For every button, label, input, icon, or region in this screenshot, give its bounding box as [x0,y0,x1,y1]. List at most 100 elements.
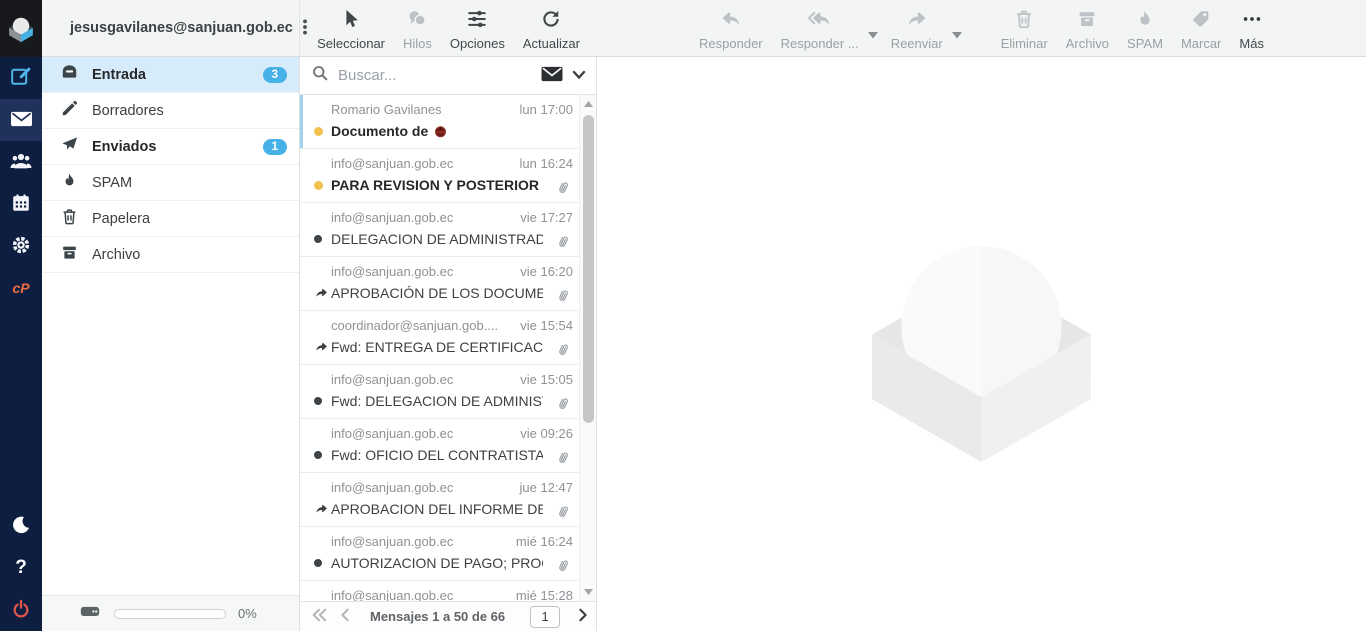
read-dot-icon[interactable] [314,559,331,567]
message-row[interactable]: info@sanjuan.gob.ecjue 12:47 APROBACION … [300,473,579,527]
message-date: lun 17:00 [520,102,574,117]
message-subject: Fwd: OFICIO DEL CONTRATISTA [331,447,543,463]
mail-nav-button[interactable] [0,99,42,141]
message-list: Romario Gavilaneslun 17:00 Documento de [300,95,596,601]
scroll-down-icon[interactable] [580,584,596,600]
folder-item-borradores[interactable]: Borradores [42,93,299,129]
refresh-button[interactable]: Actualizar [514,4,589,53]
page-input[interactable] [530,606,560,628]
read-dot-icon[interactable] [314,235,331,243]
more-button[interactable]: Más [1230,4,1273,53]
app-rail: cP ? [0,0,42,631]
folder-item-archivo[interactable]: Archivo [42,237,299,273]
forwarded-icon[interactable] [314,502,331,516]
options-button[interactable]: Opciones [441,4,514,53]
folder-item-spam[interactable]: SPAM [42,165,299,201]
archive-icon [60,243,79,266]
tag-icon [1190,8,1212,33]
next-page-button[interactable] [577,608,589,625]
message-date: lun 16:24 [520,156,574,171]
scroll-up-icon[interactable] [580,96,596,112]
message-row[interactable]: info@sanjuan.gob.ecvie 09:26 Fwd: OFICIO… [300,419,579,473]
read-dot-icon[interactable] [314,451,331,459]
forwarded-icon[interactable] [314,340,331,354]
reply-all-dropdown-button[interactable] [868,15,882,42]
moon-icon [10,514,32,539]
message-sender: info@sanjuan.gob.ec [331,588,453,601]
message-list-column: Romario Gavilaneslun 17:00 Documento de [300,57,597,631]
message-date: mié 16:24 [516,534,573,549]
mail-icon [10,109,33,132]
message-row[interactable]: info@sanjuan.gob.ecmié 16:24 AUTORIZACIO… [300,527,579,581]
message-row[interactable]: Romario Gavilaneslun 17:00 Documento de [300,95,579,149]
message-sender: coordinador@sanjuan.gob.... [331,318,498,333]
forward-dropdown-button[interactable] [952,15,966,42]
app-logo[interactable] [0,0,42,57]
contacts-nav-button[interactable] [0,141,42,183]
forwarded-icon[interactable] [314,286,331,300]
message-date: jue 12:47 [520,480,574,495]
message-row[interactable]: info@sanjuan.gob.ec mié 15:28 [300,581,579,601]
unread-dot-icon[interactable] [314,181,331,190]
calendar-nav-button[interactable] [0,183,42,225]
compose-button[interactable] [0,57,42,99]
archive-icon [1076,8,1098,33]
scrollbar-thumb[interactable] [583,115,594,423]
trash-icon [60,207,79,230]
mark-button[interactable]: Marcar [1172,4,1230,53]
inbox-icon [60,63,79,86]
message-preview-pane [597,57,1366,631]
select-button[interactable]: Seleccionar [308,4,394,53]
folder-item-entrada[interactable]: Entrada 3 [42,57,299,93]
message-subject: APROBACIÓN DE LOS DOCUMEN... [331,285,543,301]
folder-item-enviados[interactable]: Enviados 1 [42,129,299,165]
settings-nav-button[interactable] [0,225,42,267]
chevron-right-icon [577,608,589,625]
reply-all-button[interactable]: Responder ... [772,4,868,53]
help-button[interactable]: ? [0,547,42,589]
message-sender: info@sanjuan.gob.ec [331,372,453,387]
message-row[interactable]: info@sanjuan.gob.eclun 16:24 PARA REVISI… [300,149,579,203]
message-date: vie 09:26 [520,426,573,441]
reply-icon [719,8,743,33]
search-input[interactable] [338,67,532,84]
paperclip-icon [555,396,571,418]
message-row[interactable]: coordinador@sanjuan.gob....vie 15:54 Fwd… [300,311,579,365]
message-subject: Documento de [331,123,428,139]
logout-button[interactable] [0,589,42,631]
message-date: mié 15:28 [516,588,573,601]
message-row[interactable]: info@sanjuan.gob.ecvie 15:05 Fwd: DELEGA… [300,365,579,419]
paperclip-icon [555,342,571,364]
gear-icon [9,233,33,260]
archive-button[interactable]: Archivo [1057,4,1118,53]
delete-button[interactable]: Eliminar [992,4,1057,53]
message-row[interactable]: info@sanjuan.gob.ecvie 17:27 DELEGACION … [300,203,579,257]
scrollbar[interactable] [579,95,596,601]
folder-item-papelera[interactable]: Papelera [42,201,299,237]
pagination-bar: Mensajes 1 a 50 de 66 [300,601,596,631]
message-subject: APROBACION DEL INFORME DE ... [331,501,543,517]
threads-button[interactable]: Hilos [394,4,441,53]
spam-button[interactable]: SPAM [1118,4,1172,53]
search-options-button[interactable] [572,68,586,83]
chevron-down-icon [572,68,586,83]
forward-button[interactable]: Reenviar [882,4,952,53]
caret-down-icon [952,27,962,42]
previous-page-button[interactable] [339,608,351,625]
reply-all-icon [807,8,833,33]
message-row[interactable]: info@sanjuan.gob.ecvie 16:20 APROBACIÓN … [300,257,579,311]
watermark-logo-icon [864,227,1099,462]
search-scope-button[interactable] [540,64,564,87]
first-page-button[interactable] [310,608,328,625]
rose-emoji-icon [433,124,448,139]
paperclip-icon [555,288,571,310]
reply-button[interactable]: Responder [690,4,772,53]
read-dot-icon[interactable] [314,397,331,405]
envelope-icon [540,64,564,87]
unread-dot-icon[interactable] [314,127,331,136]
quota-bar: 0% [42,595,299,631]
dark-mode-button[interactable] [0,505,42,547]
folder-sidebar: Entrada 3 Borradores En [42,57,300,631]
paperclip-icon [555,558,571,580]
cpanel-nav-button[interactable]: cP [0,267,42,309]
